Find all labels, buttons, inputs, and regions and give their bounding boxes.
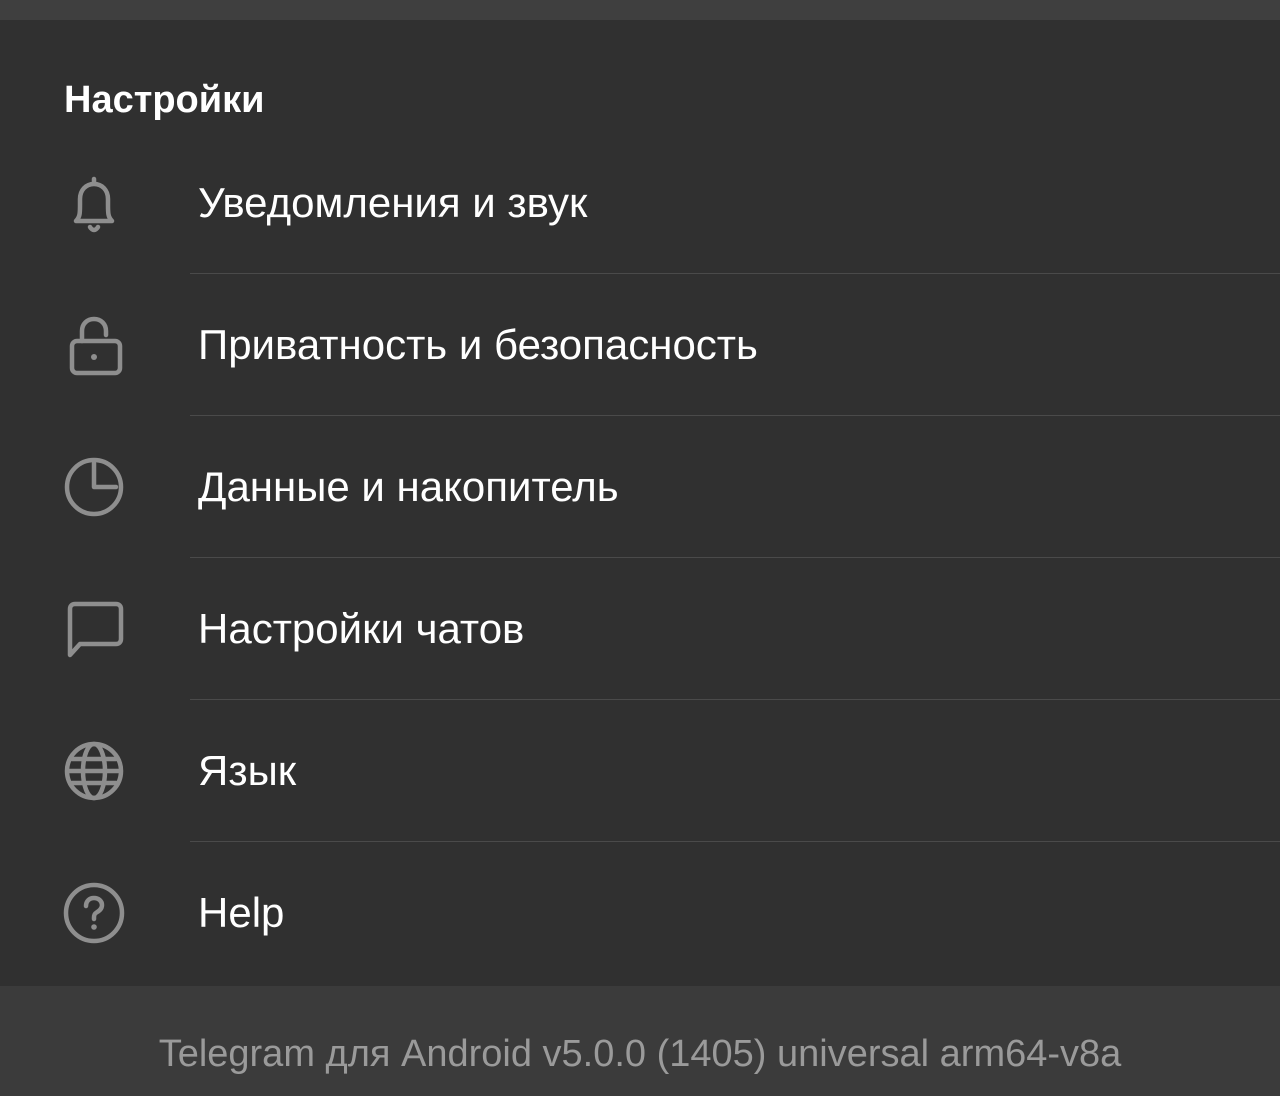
top-bar-edge (0, 0, 1280, 20)
settings-item-label: Уведомления и звук (198, 179, 588, 226)
settings-item-label: Язык (198, 747, 297, 794)
lock-icon (60, 311, 128, 379)
settings-item-notifications[interactable]: Уведомления и звук (0, 132, 1280, 274)
settings-item-help[interactable]: Help (0, 842, 1280, 984)
app-version-text: Telegram для Android v5.0.0 (1405) unive… (158, 1033, 1122, 1075)
settings-item-label: Help (198, 889, 285, 936)
settings-item-label: Данные и накопитель (198, 463, 619, 510)
bell-icon (60, 169, 128, 237)
settings-panel: Настройки Уведомления и звук Приватность… (0, 20, 1280, 986)
settings-item-label: Приватность и безопасность (198, 321, 758, 368)
settings-item-data-storage[interactable]: Данные и накопитель (0, 416, 1280, 558)
chat-bubble-icon (60, 595, 128, 663)
help-icon (60, 879, 128, 947)
settings-item-language[interactable]: Язык (0, 700, 1280, 842)
globe-icon (60, 737, 128, 805)
settings-item-privacy[interactable]: Приватность и безопасность (0, 274, 1280, 416)
settings-item-label: Настройки чатов (198, 605, 525, 652)
settings-screen: Настройки Уведомления и звук Приватность… (0, 0, 1280, 1096)
pie-chart-icon (60, 453, 128, 521)
settings-item-chat-settings[interactable]: Настройки чатов (0, 558, 1280, 700)
section-title: Настройки (64, 79, 265, 121)
